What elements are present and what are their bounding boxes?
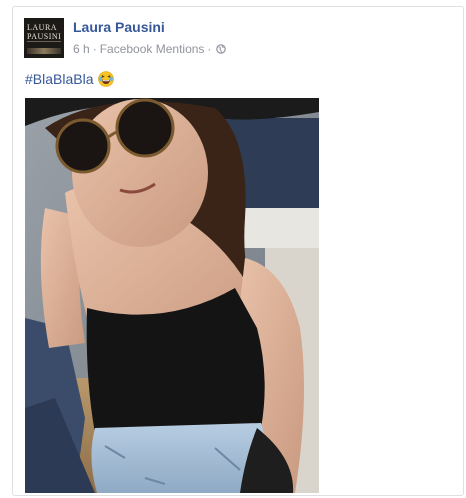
post-text: #BlaBlaBla	[25, 71, 114, 87]
avatar[interactable]: LAURA PAUSINI	[24, 18, 64, 58]
laughing-emoji-icon	[97, 71, 114, 87]
post-meta: 6 h · Facebook Mentions ·	[73, 42, 227, 56]
globe-icon[interactable]	[216, 44, 227, 54]
author-name[interactable]: Laura Pausini	[73, 19, 165, 35]
meta-separator: ·	[92, 42, 97, 56]
avatar-logo-text: LAURA PAUSINI	[27, 23, 62, 41]
post-card: LAURA PAUSINI Laura Pausini 6 h · Facebo…	[12, 6, 464, 496]
avatar-divider	[27, 41, 61, 42]
avatar-logo-bar	[27, 48, 61, 54]
selfie-photo-image	[25, 98, 319, 493]
hashtag-link[interactable]: #BlaBlaBla	[25, 71, 94, 87]
meta-separator-2: ·	[207, 42, 212, 56]
post-photo[interactable]	[25, 98, 319, 493]
post-time[interactable]: 6 h	[73, 42, 90, 56]
post-source[interactable]: Facebook Mentions	[100, 42, 205, 56]
